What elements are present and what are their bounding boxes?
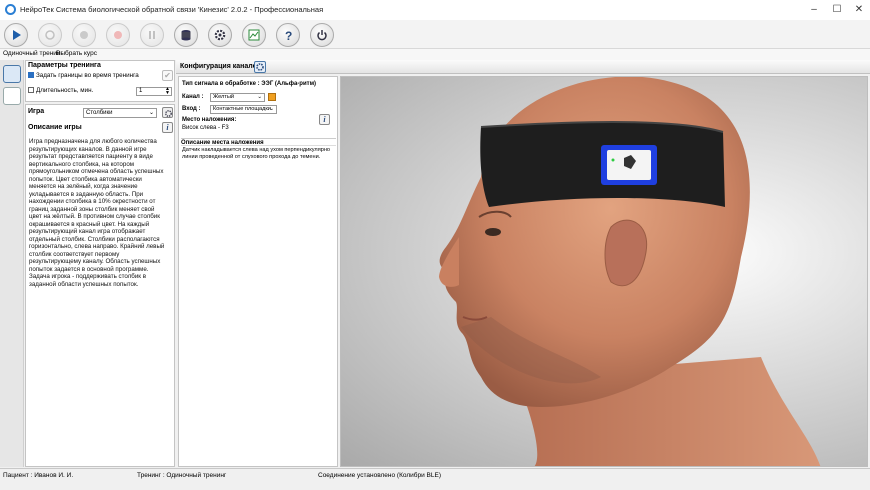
database-icon — [181, 30, 191, 41]
help-icon: ? — [285, 29, 292, 41]
training-params-panel: Параметры тренинга Задать границы во вре… — [25, 60, 175, 102]
game-select[interactable]: Столбики ⌄ — [83, 108, 157, 118]
input-select[interactable]: Контактные площадки ⌄ — [210, 105, 277, 114]
maximize-button[interactable]: ☐ — [831, 4, 843, 16]
toolbar: ? — [0, 20, 870, 49]
record-red-button[interactable] — [106, 23, 130, 47]
record-icon — [45, 30, 55, 40]
set-bounds-check-icon[interactable] — [28, 72, 34, 79]
pause-button[interactable] — [140, 23, 164, 47]
channel-value: Желтый — [213, 94, 234, 100]
set-bounds-checkbox[interactable]: Задать границы во время тренинга — [28, 72, 139, 79]
status-connection: Соединение установлено (Колибри BLE) — [318, 472, 441, 479]
help-button[interactable]: ? — [276, 23, 300, 47]
duration-input[interactable]: 1 ▲ ▼ — [136, 87, 172, 96]
database-settings-tab-icon[interactable] — [3, 87, 21, 105]
confirm-bounds-icon[interactable]: ✔ — [162, 70, 173, 81]
game-selected-value: Столбики — [86, 110, 113, 116]
channel-config-bar: Конфигурация каналов — [176, 60, 870, 74]
input-label: Вход : — [182, 106, 201, 112]
spinner-arrows-icon[interactable]: ▲ ▼ — [165, 87, 170, 96]
placement-value: Висок слева - F3 — [182, 125, 229, 131]
duration-checkbox[interactable]: Длительность, мин. — [28, 87, 93, 94]
duration-check-icon[interactable] — [28, 87, 34, 94]
game-settings-icon[interactable] — [162, 107, 173, 118]
minimize-button[interactable]: – — [808, 4, 820, 16]
record-dot-icon — [114, 31, 122, 39]
gear-icon — [214, 29, 226, 41]
head-model-image — [439, 77, 821, 466]
set-bounds-label: Задать границы во время тренинга — [35, 72, 139, 79]
channel-select[interactable]: Желтый ⌄ — [210, 93, 265, 102]
play-icon — [13, 30, 21, 40]
svg-text:?: ? — [285, 29, 292, 41]
channel-config-title: Конфигурация каналов — [180, 63, 262, 70]
chevron-down-icon: ⌄ — [148, 110, 154, 116]
placement-label: Место наложения: — [182, 117, 237, 123]
database-button[interactable] — [174, 23, 198, 47]
game-label: Игра — [28, 108, 45, 115]
menu-single-training[interactable]: Одиночный тренинг — [3, 50, 63, 57]
database-tab-icon[interactable] — [3, 65, 21, 83]
stop-icon — [80, 31, 88, 39]
channel-config-panel: Тип сигнала в обработке : ЭЭГ (Альфа-рит… — [178, 76, 338, 467]
game-description-text: Игра предназначена для любого количества… — [29, 138, 165, 288]
chevron-down-icon: ⌄ — [257, 94, 262, 100]
input-value: Контактные площадки — [213, 106, 271, 112]
settings-button[interactable] — [208, 23, 232, 47]
play-button[interactable] — [4, 23, 28, 47]
head-3d-viewer[interactable] — [340, 76, 868, 467]
power-button[interactable] — [310, 23, 334, 47]
side-tab-strip — [0, 60, 24, 467]
channel-config-gear-icon[interactable] — [254, 61, 266, 73]
menu-select-course[interactable]: Выбрать курс — [56, 50, 97, 57]
game-description-title: Описание игры — [28, 124, 82, 131]
training-params-title: Параметры тренинга — [28, 62, 101, 69]
chevron-down-icon: ⌄ — [269, 106, 274, 112]
placement-info-icon[interactable]: i — [319, 114, 330, 125]
pause-icon — [149, 31, 155, 39]
stop-button[interactable] — [72, 23, 96, 47]
status-patient: Пациент : Иванов И. И. — [3, 472, 74, 479]
mode-menu: Одиночный тренинг Выбрать курс — [0, 49, 870, 60]
window-title: НейроТек Система биологической обратной … — [20, 5, 324, 14]
app-logo-icon — [5, 4, 16, 15]
placement-desc-text: Датчик накладывается слева над ухом перп… — [182, 147, 331, 160]
duration-label: Длительность, мин. — [35, 87, 94, 94]
signal-type-text: Тип сигнала в обработке : ЭЭГ (Альфа-рит… — [182, 81, 317, 87]
record-button[interactable] — [38, 23, 62, 47]
close-button[interactable]: ✕ — [853, 4, 865, 16]
game-panel: Игра Столбики ⌄ Описание игры i Игра пре… — [25, 104, 175, 467]
channel-color-swatch — [268, 93, 276, 101]
chart-button[interactable] — [242, 23, 266, 47]
channel-label: Канал : — [182, 94, 204, 100]
title-bar: НейроТек Система биологической обратной … — [0, 0, 870, 20]
chart-icon — [248, 29, 260, 41]
power-icon — [317, 30, 327, 41]
game-info-icon[interactable]: i — [162, 122, 173, 133]
duration-value: 1 — [139, 88, 143, 94]
status-training: Тренинг : Одиночный тренинг — [137, 472, 227, 479]
status-bar: Пациент : Иванов И. И. Тренинг : Одиночн… — [0, 468, 870, 490]
